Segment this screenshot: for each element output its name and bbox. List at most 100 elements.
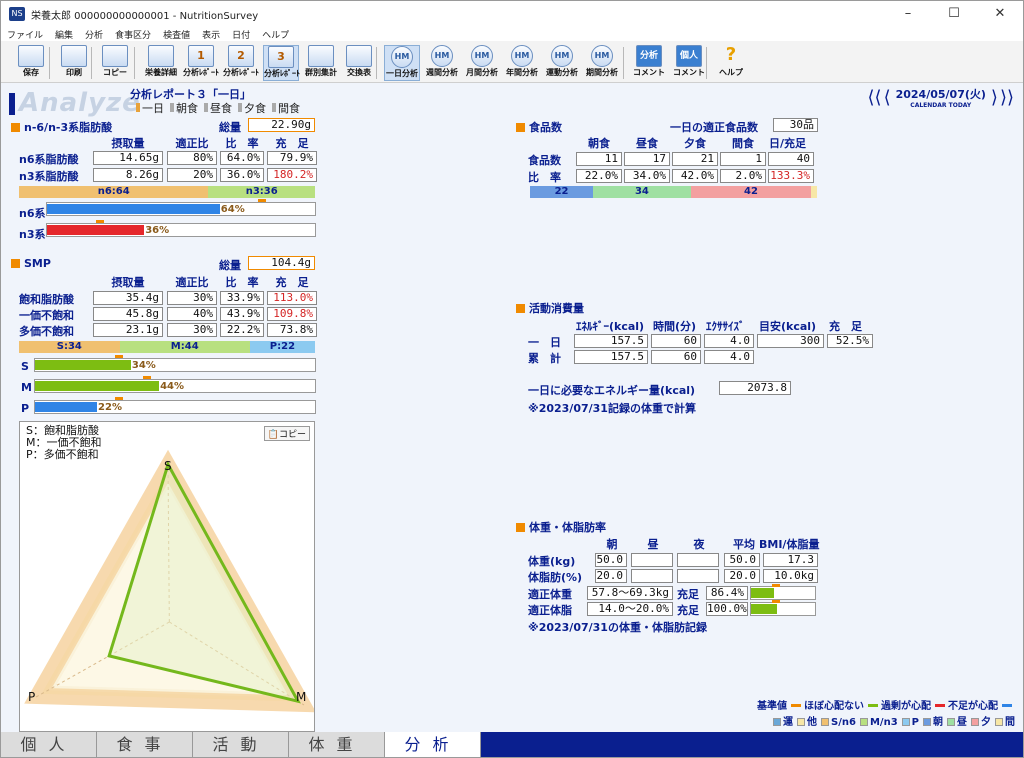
legend-item: 夕 xyxy=(981,717,991,728)
toolbar-label: コメント xyxy=(633,68,665,77)
smp-col-header: 比 率 xyxy=(225,276,259,289)
toolbar-label: 運動分析 xyxy=(546,68,578,77)
meal-option-4[interactable]: 間食 xyxy=(278,102,300,115)
print-icon xyxy=(61,45,87,67)
current-date[interactable]: 2024/05/07(火) xyxy=(896,86,986,102)
menu-4[interactable]: 検査値 xyxy=(163,28,190,41)
body-cell: 50.0 xyxy=(724,553,760,567)
menu-7[interactable]: ヘルプ xyxy=(262,28,289,41)
smp-cell: 43.9% xyxy=(220,307,264,321)
smp-row-label: 一価不飽和 xyxy=(19,309,74,322)
food-cell: 11 xyxy=(576,152,622,166)
meal-option-1[interactable]: 朝食 xyxy=(176,102,198,115)
toolbar-save-button[interactable]: 保存 xyxy=(13,45,49,81)
toolbar-exercise-analysis-button[interactable]: HM 運動分析 xyxy=(544,45,580,81)
today-link[interactable]: TODAY xyxy=(949,102,972,109)
n6n3-bar-track xyxy=(46,202,316,216)
food-cell: 21 xyxy=(672,152,718,166)
toolbar-report2-button[interactable]: 2 分析ﾚﾎﾟｰﾄ xyxy=(223,45,259,81)
legend-swatch-icon xyxy=(821,718,830,726)
toolbar-report3-button[interactable]: 3 分析ﾚﾎﾟｰﾄ xyxy=(263,45,300,81)
toolbar-week-analysis-button[interactable]: HM 週間分析 xyxy=(424,45,460,81)
report2-icon: 2 xyxy=(228,45,254,67)
activity-row-label: 累 計 xyxy=(528,352,561,365)
prev-week-icon[interactable]: ⟨⟨ xyxy=(868,87,882,108)
n6n3-cell: 36.0% xyxy=(220,168,264,182)
activity-cell: 52.5% xyxy=(827,334,873,348)
smp-col-header: 充 足 xyxy=(275,276,309,289)
toolbar-period-analysis-button[interactable]: HM 期間分析 xyxy=(584,45,620,81)
toolbar-year-analysis-button[interactable]: HM 年間分析 xyxy=(504,45,540,81)
toolbar-comment-button[interactable]: 分析 コメント xyxy=(631,45,667,81)
activity-col-header: 充 足 xyxy=(829,320,862,333)
toolbar-label: 印刷 xyxy=(66,68,82,77)
n6n3-bar-pct: 36% xyxy=(145,225,170,236)
food-ratio-segment: 42 xyxy=(690,186,812,198)
body-col-header: 平均 xyxy=(733,538,755,551)
energy-need-label: 一日に必要なエネルギー量(kcal) xyxy=(528,384,696,397)
date-navigator: ⟨⟨ ⟨ 2024/05/07(火) CALENDAR TODAY ⟩ ⟩⟩ xyxy=(867,86,1015,109)
toolbar-group-button[interactable]: 群別集計 xyxy=(303,45,339,81)
toolbar-copy-button[interactable]: コピー xyxy=(97,45,133,81)
minimize-button[interactable]: – xyxy=(885,1,931,27)
tab-3[interactable]: 体重 xyxy=(289,732,385,757)
tab-1[interactable]: 食事 xyxy=(97,732,193,757)
legend-item: 不足が心配 xyxy=(948,701,998,712)
n6n3-cell: 80% xyxy=(167,151,217,165)
ideal-fat-label: 適正体脂 xyxy=(528,604,572,617)
tab-0[interactable]: 個人 xyxy=(1,732,97,757)
group-icon xyxy=(308,45,334,67)
meal-radio-icon[interactable] xyxy=(204,103,208,112)
copy-icon xyxy=(102,45,128,67)
n3-ratio-segment: n3:36 xyxy=(208,186,315,198)
n6n3-col-header: 摂取量 xyxy=(111,137,145,150)
toolbar-month-analysis-button[interactable]: HM 月間分析 xyxy=(464,45,500,81)
meal-option-3[interactable]: 夕食 xyxy=(244,102,266,115)
toolbar-personal-comment-button[interactable]: 個人 コメント xyxy=(671,45,707,81)
body-cell xyxy=(677,553,719,567)
n6n3-cell: 180.2% xyxy=(267,168,317,182)
meal-option-2[interactable]: 昼食 xyxy=(210,102,232,115)
menu-6[interactable]: 日付 xyxy=(232,28,250,41)
n6n3-bar-label: n6系 xyxy=(19,207,46,220)
toolbar-print-button[interactable]: 印刷 xyxy=(56,45,92,81)
toolbar-help-button[interactable]: ? ヘルプ xyxy=(713,45,749,81)
toolbar-separator xyxy=(134,47,135,79)
smp-col-header: 適正比 xyxy=(175,276,209,289)
exercise-analysis-icon: HM xyxy=(551,45,573,67)
menu-3[interactable]: 食事区分 xyxy=(115,28,151,41)
toolbar-report1-button[interactable]: 1 分析ﾚﾎﾟｰﾄ xyxy=(183,45,219,81)
meal-radio-icon[interactable] xyxy=(272,103,276,112)
smp-bar-fill xyxy=(35,402,98,412)
toolbar-label: 群別集計 xyxy=(305,68,337,77)
tab-4[interactable]: 分析 xyxy=(385,732,481,757)
menu-5[interactable]: 表示 xyxy=(202,28,220,41)
next-day-icon[interactable]: ⟩ xyxy=(991,87,998,108)
meal-radio-icon[interactable] xyxy=(238,103,242,112)
prev-day-icon[interactable]: ⟨ xyxy=(884,87,891,108)
next-week-icon[interactable]: ⟩⟩ xyxy=(1000,87,1014,108)
n6n3-cell: 14.65g xyxy=(93,151,163,165)
calendar-link[interactable]: CALENDAR xyxy=(910,102,946,109)
legend-line-icon xyxy=(791,704,801,707)
smp-cell: 73.8% xyxy=(267,323,317,337)
meal-radio-icon[interactable] xyxy=(136,103,140,112)
toolbar-exchange-button[interactable]: 交換表 xyxy=(341,45,377,81)
activity-cell: 60 xyxy=(651,350,701,364)
n6n3-row-label: n3系脂肪酸 xyxy=(19,170,79,183)
meal-radio-icon[interactable] xyxy=(170,103,174,112)
toolbar-day-analysis-button[interactable]: HM 一日分析 xyxy=(384,45,420,81)
meal-option-0[interactable]: 一日 xyxy=(142,102,164,115)
smp-col-header: 摂取量 xyxy=(111,276,145,289)
s-ratio-segment: S:34 xyxy=(19,341,120,353)
toolbar-nutrition-detail-button[interactable]: 栄養詳細 xyxy=(143,45,179,81)
menu-1[interactable]: 編集 xyxy=(55,28,73,41)
body-cell xyxy=(631,569,673,583)
menu-0[interactable]: ファイル xyxy=(7,28,43,41)
close-button[interactable]: ✕ xyxy=(977,1,1023,27)
day-analysis-icon: HM xyxy=(391,46,413,68)
target-marker xyxy=(114,355,123,358)
maximize-button[interactable]: ☐ xyxy=(931,1,977,27)
menu-2[interactable]: 分析 xyxy=(85,28,103,41)
tab-2[interactable]: 活動 xyxy=(193,732,289,757)
